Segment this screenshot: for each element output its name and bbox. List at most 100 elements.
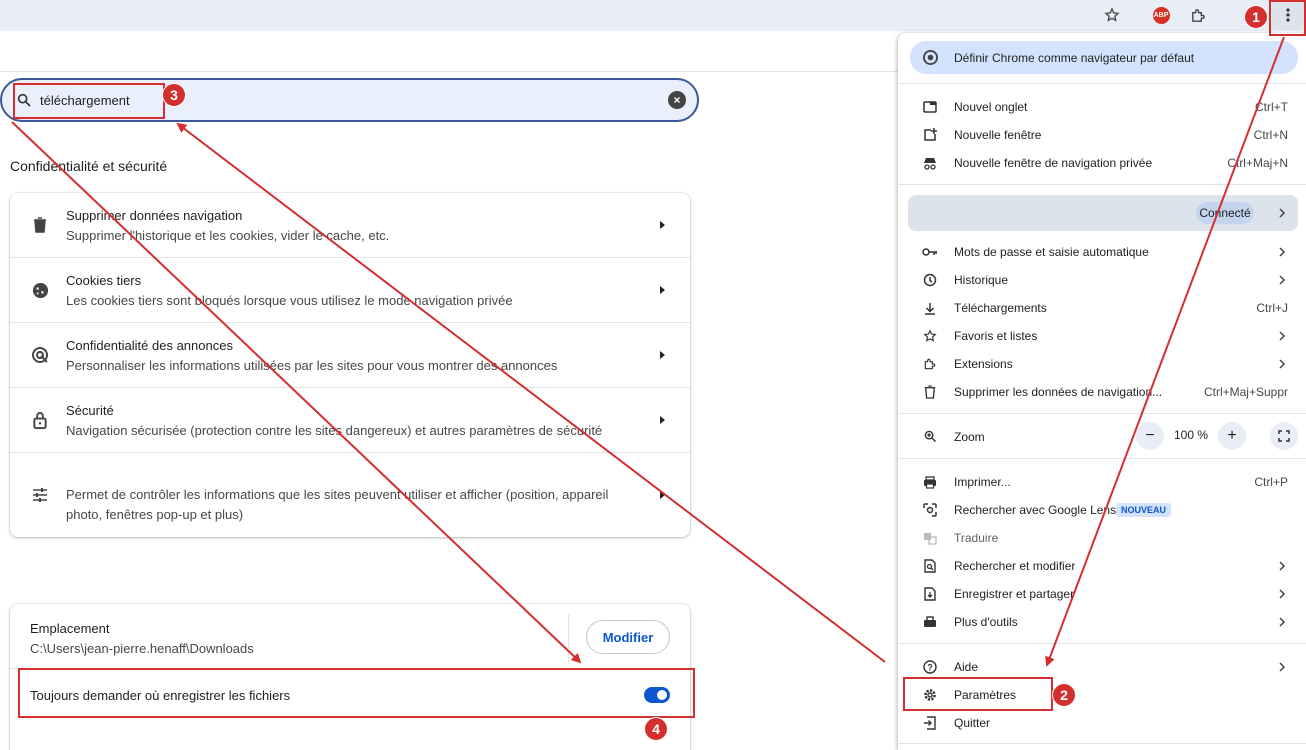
- menu-item-label: Aide: [954, 660, 979, 674]
- settings-search-field[interactable]: téléchargement ×: [0, 78, 699, 122]
- row-clear-browsing-data[interactable]: Supprimer données navigation Supprimer l…: [10, 193, 690, 258]
- menu-item-help[interactable]: ? Aide: [898, 653, 1306, 681]
- ask-where-to-save-label: Toujours demander où enregistrer les fic…: [30, 688, 291, 703]
- arrow-right-icon: [660, 351, 665, 359]
- modify-location-button[interactable]: Modifier: [586, 620, 670, 654]
- row-security[interactable]: Sécurité Navigation sécurisée (protectio…: [10, 388, 690, 453]
- lock-icon: [30, 410, 50, 430]
- row-subtitle: Les cookies tiers sont bloqués lorsque v…: [66, 293, 513, 308]
- menu-item-shortcut: Ctrl+N: [1253, 128, 1288, 142]
- menu-item-downloads[interactable]: Téléchargements Ctrl+J: [898, 294, 1306, 322]
- profile-row[interactable]: Connecté: [908, 195, 1298, 231]
- menu-item-quit[interactable]: Quitter: [898, 709, 1306, 737]
- gear-icon: [922, 687, 938, 703]
- location-label: Emplacement: [30, 621, 110, 636]
- chevron-right-icon: [1279, 662, 1286, 672]
- menu-item-label: Téléchargements: [954, 301, 1047, 315]
- menu-item-translate[interactable]: Traduire: [898, 524, 1306, 552]
- zoom-value: 100 %: [1174, 428, 1209, 442]
- chrome-main-menu: Définir Chrome comme navigateur par défa…: [898, 33, 1306, 750]
- zoom-in-button[interactable]: +: [1218, 422, 1246, 450]
- menu-item-extensions[interactable]: Extensions: [898, 350, 1306, 378]
- menu-item-label: Historique: [954, 273, 1009, 287]
- puzzle-icon: [1191, 8, 1205, 22]
- menu-item-new-window[interactable]: Nouvelle fenêtre Ctrl+N: [898, 121, 1306, 149]
- row-subtitle: Supprimer l'historique et les cookies, v…: [66, 228, 390, 243]
- menu-item-shortcut: Ctrl+J: [1256, 301, 1288, 315]
- zoom-out-button[interactable]: −: [1136, 422, 1164, 450]
- row-ad-privacy[interactable]: Confidentialité des annonces Personnalis…: [10, 323, 690, 388]
- menu-item-shortcut: Ctrl+Maj+N: [1227, 156, 1288, 170]
- zoom-label: Zoom: [954, 430, 985, 444]
- extensions-button[interactable]: [1182, 0, 1214, 30]
- cookie-icon: [30, 280, 50, 300]
- help-icon: ?: [922, 659, 938, 675]
- menu-item-settings[interactable]: Paramètres: [898, 681, 1306, 709]
- svg-text:?: ?: [927, 663, 933, 673]
- menu-item-label: Enregistrer et partager: [954, 587, 1075, 601]
- translate-icon: [922, 530, 938, 546]
- clear-icon[interactable]: ×: [668, 91, 686, 109]
- menu-item-bookmarks[interactable]: Favoris et listes: [898, 322, 1306, 350]
- menu-item-print[interactable]: Imprimer... Ctrl+P: [898, 468, 1306, 496]
- settings-header-bar: [0, 31, 898, 72]
- kebab-menu-icon: [1286, 8, 1290, 22]
- menu-separator: [898, 643, 1306, 644]
- menu-item-label: Rechercher et modifier: [954, 559, 1076, 573]
- chevron-right-icon: [1279, 247, 1286, 257]
- fullscreen-button[interactable]: [1270, 422, 1298, 450]
- trash-icon: [30, 215, 50, 235]
- browser-toolbar: ABP: [0, 0, 1306, 31]
- adblock-extension-button[interactable]: ABP: [1145, 0, 1177, 30]
- arrow-right-icon: [660, 416, 665, 424]
- privacy-settings-card: Supprimer données navigation Supprimer l…: [10, 193, 690, 537]
- menu-separator: [898, 743, 1306, 744]
- row-site-settings[interactable]: Permet de contrôler les informations que…: [10, 453, 690, 537]
- bookmark-star-button[interactable]: [1096, 0, 1128, 30]
- star-icon: [922, 328, 938, 344]
- menu-item-label: Nouvel onglet: [954, 100, 1028, 114]
- menu-item-label: Traduire: [954, 531, 999, 545]
- puzzle-icon: [922, 356, 938, 372]
- menu-item-new-tab[interactable]: Nouvel onglet Ctrl+T: [898, 93, 1306, 121]
- menu-item-shortcut: Ctrl+T: [1255, 100, 1288, 114]
- row-title: Confidentialité des annonces: [66, 338, 233, 353]
- menu-item-passwords[interactable]: Mots de passe et saisie automatique: [898, 238, 1306, 266]
- menu-item-label: Mots de passe et saisie automatique: [954, 245, 1149, 259]
- star-icon: [1104, 7, 1120, 22]
- section-title-privacy: Confidentialité et sécurité: [10, 158, 168, 174]
- row-title: Supprimer données navigation: [66, 208, 243, 223]
- chrome-menu-button[interactable]: [1272, 0, 1304, 30]
- print-icon: [922, 474, 938, 490]
- row-third-party-cookies[interactable]: Cookies tiers Les cookies tiers sont blo…: [10, 258, 690, 323]
- set-default-browser-label: Définir Chrome comme navigateur par défa…: [954, 51, 1195, 65]
- ask-where-to-save-row[interactable]: Toujours demander où enregistrer les fic…: [10, 668, 690, 720]
- menu-item-find-edit[interactable]: Rechercher et modifier: [898, 552, 1306, 580]
- chevron-right-icon: [1279, 617, 1286, 627]
- zoom-icon: [922, 428, 938, 444]
- menu-item-history[interactable]: Historique: [898, 266, 1306, 294]
- row-subtitle: Permet de contrôler les informations que…: [66, 487, 609, 522]
- menu-item-shortcut: Ctrl+P: [1254, 475, 1288, 489]
- menu-item-incognito[interactable]: Nouvelle fenêtre de navigation privée Ct…: [898, 149, 1306, 177]
- menu-item-more-tools[interactable]: Plus d'outils: [898, 608, 1306, 636]
- row-title: Cookies tiers: [66, 273, 142, 288]
- menu-item-clear-data[interactable]: Supprimer les données de navigation... C…: [898, 378, 1306, 406]
- row-subtitle: Navigation sécurisée (protection contre …: [66, 423, 603, 438]
- trash-icon: [922, 384, 938, 400]
- location-path: C:\Users\jean-pierre.henaff\Downloads: [30, 641, 254, 656]
- ask-where-to-save-toggle[interactable]: [644, 687, 670, 703]
- menu-item-save-share[interactable]: Enregistrer et partager: [898, 580, 1306, 608]
- search-input[interactable]: téléchargement: [40, 93, 130, 108]
- new-window-icon: [922, 127, 938, 143]
- menu-separator: [898, 83, 1306, 84]
- set-default-browser-item[interactable]: Définir Chrome comme navigateur par défa…: [910, 41, 1298, 74]
- chevron-right-icon: [1279, 589, 1286, 599]
- save-share-icon: [922, 586, 938, 602]
- menu-item-google-lens[interactable]: Rechercher avec Google Lens NOUVEAU: [898, 496, 1306, 524]
- chrome-logo-icon: [923, 50, 938, 65]
- new-tab-icon: [922, 99, 938, 115]
- menu-item-label: Plus d'outils: [954, 615, 1018, 629]
- menu-item-label: Quitter: [954, 716, 991, 730]
- menu-item-label: Imprimer...: [954, 475, 1011, 489]
